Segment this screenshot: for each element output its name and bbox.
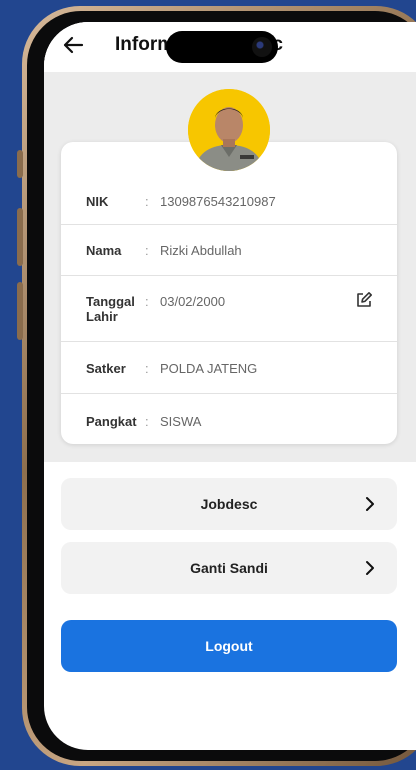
jobdesc-button-label: Jobdesc — [200, 496, 258, 512]
avatar — [188, 89, 270, 171]
camera-icon — [252, 37, 272, 57]
logout-button[interactable]: Logout — [61, 620, 397, 672]
info-value: Rizki Abdullah — [160, 243, 242, 258]
info-label: NIK — [86, 194, 109, 209]
info-value: SISWA — [160, 414, 202, 429]
phone-side-button — [17, 208, 23, 266]
info-label: Tanggal Lahir — [86, 294, 135, 324]
ganti-sandi-button[interactable]: Ganti Sandi — [61, 542, 397, 594]
info-row-satker: Satker : POLDA JATENG — [61, 341, 397, 394]
info-colon: : — [145, 243, 149, 258]
chevron-right-icon — [366, 497, 374, 511]
phone-side-button — [17, 150, 23, 178]
info-colon: : — [145, 361, 149, 376]
phone-side-button — [17, 282, 23, 340]
dynamic-island — [166, 31, 278, 63]
info-label: Nama — [86, 243, 122, 258]
info-label: Pangkat — [86, 414, 137, 429]
info-row-tanggal-lahir: Tanggal Lahir : 03/02/2000 — [61, 275, 397, 342]
app-screen: Informasi Jobdesc NIK : 1309876543210987… — [44, 22, 416, 750]
info-value: 1309876543210987 — [160, 194, 276, 209]
info-row-pangkat: Pangkat : SISWA — [61, 393, 397, 445]
chevron-right-icon — [366, 561, 374, 575]
info-label: Satker — [86, 361, 126, 376]
edit-icon[interactable] — [355, 291, 373, 309]
info-colon: : — [145, 414, 149, 429]
info-colon: : — [145, 194, 149, 209]
profile-card: NIK : 1309876543210987 Nama : Rizki Abdu… — [61, 142, 397, 444]
logout-button-label: Logout — [205, 638, 253, 654]
app-header: Informasi Jobdesc — [44, 22, 416, 72]
info-row-nama: Nama : Rizki Abdullah — [61, 224, 397, 276]
info-value: 03/02/2000 — [160, 294, 226, 309]
jobdesc-button[interactable]: Jobdesc — [61, 478, 397, 530]
arrow-left-icon[interactable] — [62, 34, 84, 56]
ganti-sandi-button-label: Ganti Sandi — [190, 560, 268, 576]
info-value: POLDA JATENG — [160, 361, 258, 376]
info-colon: : — [145, 294, 149, 309]
profile-photo — [188, 89, 270, 171]
